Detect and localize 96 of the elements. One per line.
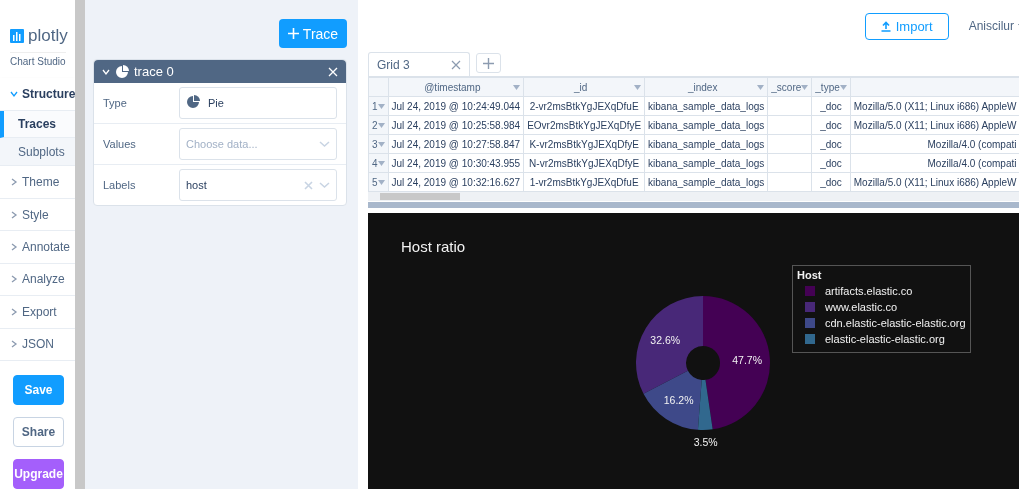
- table-cell: N-vr2msBtkYgJEXqDfyE: [523, 153, 645, 173]
- logo-subtitle: Chart Studio: [10, 52, 66, 67]
- column-header[interactable]: @timestamp: [388, 77, 524, 97]
- table-cell: _doc: [811, 153, 851, 173]
- column-header[interactable]: _index: [644, 77, 768, 97]
- chart-title: Host ratio: [401, 238, 466, 255]
- section-label: Style: [22, 207, 49, 222]
- table-cell: [767, 134, 812, 154]
- table-cell: Jul 24, 2019 @ 10:27:58.847: [388, 134, 524, 154]
- section-label: Structure: [22, 86, 76, 101]
- row-number: 2: [372, 119, 378, 131]
- caret-icon[interactable]: [513, 84, 521, 90]
- caret-icon[interactable]: [377, 103, 385, 109]
- legend-swatch: [805, 302, 815, 312]
- sidebar-item[interactable]: Traces: [0, 110, 75, 139]
- table-cell: kibana_sample_data_logs: [644, 115, 768, 135]
- user-menu[interactable]: Aniscilur: [968, 19, 1019, 33]
- caret-icon[interactable]: [377, 160, 385, 166]
- table-cell: Jul 24, 2019 @ 10:25:58.984: [388, 115, 524, 135]
- data-label: 32.6%: [650, 334, 681, 346]
- data-label: 3.5%: [693, 435, 718, 448]
- row-number: 1: [372, 100, 378, 112]
- logo-text: plotly: [28, 26, 68, 46]
- legend-swatch: [805, 334, 815, 344]
- field-label: Labels: [103, 179, 137, 191]
- add-tab-button[interactable]: [476, 53, 501, 73]
- table-cell: 2-vr2msBtkYgJEXqDfuE: [523, 96, 645, 116]
- upgrade-button[interactable]: Upgrade: [13, 459, 64, 489]
- section-label: Export: [22, 304, 57, 319]
- pie-chart-icon: [115, 64, 129, 79]
- share-button[interactable]: Share: [13, 417, 64, 448]
- caret-icon: [319, 181, 330, 189]
- table-cell: [767, 115, 812, 135]
- legend-title: Host: [797, 269, 823, 281]
- scrollbar[interactable]: [368, 192, 1019, 201]
- table-cell: [767, 153, 812, 173]
- table-cell: K-vr2msBtkYgJEXqDfyE: [523, 134, 645, 154]
- caret-icon[interactable]: [801, 84, 809, 90]
- table-cell: kibana_sample_data_logs: [644, 96, 768, 116]
- section-label: JSON: [22, 337, 54, 352]
- table-cell: Jul 24, 2019 @ 10:30:43.955: [388, 153, 524, 173]
- sidebar-item[interactable]: Subplots: [0, 138, 75, 167]
- caret-icon[interactable]: [634, 84, 642, 90]
- table-cell: [767, 172, 812, 192]
- section-label: Annotate: [22, 240, 71, 254]
- grid-tab[interactable]: Grid 3: [368, 52, 470, 76]
- legend-swatch: [805, 286, 815, 296]
- row-number: 5: [372, 176, 378, 188]
- caret-icon: [319, 140, 330, 148]
- import-button[interactable]: Import: [864, 12, 949, 40]
- table-cell: kibana_sample_data_logs: [644, 134, 768, 154]
- table-cell: EOvr2msBtkYgJEXqDfyE: [523, 115, 645, 135]
- legend-label: elastic-elastic-elastic.org: [825, 333, 945, 345]
- column-header[interactable]: _type: [811, 77, 851, 97]
- close-icon[interactable]: [451, 59, 461, 70]
- caret-icon[interactable]: [757, 84, 765, 90]
- pie-chart-icon: [186, 95, 202, 111]
- column-header[interactable]: _id: [523, 77, 645, 97]
- row-number: 4: [372, 157, 378, 169]
- table-cell: _doc: [811, 134, 851, 154]
- data-label: 47.7%: [732, 353, 762, 366]
- legend-label: www.elastic.co: [825, 301, 898, 313]
- upload-icon: [880, 20, 891, 32]
- table-cell: 1-vr2msBtkYgJEXqDfuE: [523, 172, 645, 192]
- caret-icon[interactable]: [377, 179, 385, 185]
- section-label: Analyze: [22, 272, 65, 287]
- dropdown-field[interactable]: host: [179, 169, 337, 201]
- trace-title: trace 0: [134, 64, 175, 79]
- section-label: Theme: [22, 175, 60, 190]
- caret-icon[interactable]: [839, 84, 847, 90]
- table-cell: kibana_sample_data_logs: [644, 172, 768, 192]
- table-cell: _doc: [811, 115, 851, 135]
- plus-icon: [483, 57, 494, 69]
- legend-label: cdn.elastic-elastic-elastic.org: [825, 317, 966, 329]
- legend-label: artifacts.elastic.co: [825, 285, 913, 297]
- caret-icon[interactable]: [377, 141, 385, 147]
- table-cell: _doc: [811, 96, 851, 116]
- table-cell: [767, 96, 812, 116]
- field-label: Type: [103, 97, 128, 109]
- legend-swatch: [805, 318, 815, 328]
- scrollbar[interactable]: [75, 0, 85, 489]
- resize-handle[interactable]: [368, 202, 1019, 208]
- row-number: 3: [372, 138, 378, 150]
- field-label: Values: [103, 138, 137, 150]
- column-header[interactable]: _score: [767, 77, 812, 97]
- logo-icon: [10, 29, 24, 43]
- trace-header[interactable]: trace 0: [94, 60, 346, 83]
- caret-icon[interactable]: [377, 122, 385, 128]
- table-cell: _doc: [811, 172, 851, 192]
- data-label: 16.2%: [663, 393, 694, 406]
- table-cell: kibana_sample_data_logs: [644, 153, 768, 173]
- table-cell: Jul 24, 2019 @ 10:32:16.627: [388, 172, 524, 192]
- table-cell: Jul 24, 2019 @ 10:24:49.044: [388, 96, 524, 116]
- trace-type-field[interactable]: Pie: [179, 87, 337, 119]
- clear-icon[interactable]: [304, 180, 313, 190]
- plus-icon: [287, 28, 299, 39]
